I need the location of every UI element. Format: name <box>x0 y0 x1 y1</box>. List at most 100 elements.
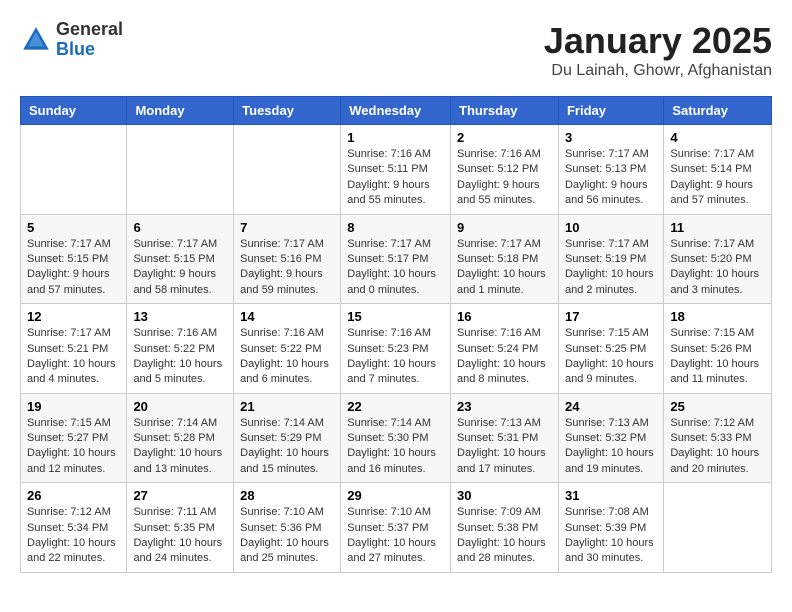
day-info: Sunrise: 7:12 AM Sunset: 5:33 PM Dayligh… <box>670 416 765 478</box>
header-sunday: Sunday <box>21 97 127 125</box>
day-info: Sunrise: 7:17 AM Sunset: 5:18 PM Dayligh… <box>457 237 552 299</box>
cell-w3-d7: 18 Sunrise: 7:15 AM Sunset: 5:26 PM Dayli… <box>664 304 772 394</box>
day-number: 6 <box>133 220 227 235</box>
day-number: 8 <box>347 220 444 235</box>
day-number: 29 <box>347 488 444 503</box>
cell-w1-d4: 1Sunrise: 7:16 AM Sunset: 5:11 PM Daylig… <box>341 125 451 215</box>
header-thursday: Thursday <box>451 97 559 125</box>
cell-w4-d7: 25Sunrise: 7:12 AM Sunset: 5:33 PM Dayli… <box>664 393 772 483</box>
header-saturday: Saturday <box>664 97 772 125</box>
day-number: 15 <box>347 309 444 324</box>
day-number: 10 <box>565 220 657 235</box>
week-row-5: 26Sunrise: 7:12 AM Sunset: 5:34 PM Dayli… <box>21 483 772 573</box>
calendar-table: Sunday Monday Tuesday Wednesday Thursday… <box>20 96 772 573</box>
day-number: 20 <box>133 399 227 414</box>
day-number: 14 <box>240 309 334 324</box>
day-info: Sunrise: 7:11 AM Sunset: 5:35 PM Dayligh… <box>133 505 227 567</box>
day-number: 9 <box>457 220 552 235</box>
day-info: Sunrise: 7:08 AM Sunset: 5:39 PM Dayligh… <box>565 505 657 567</box>
day-number: 3 <box>565 130 657 145</box>
cell-w1-d6: 3 Sunrise: 7:17 AM Sunset: 5:13 PM Daylig… <box>558 125 663 215</box>
day-info: Sunrise: 7:17 AM Sunset: 5:13 PM Dayligh… <box>565 147 657 209</box>
cell-w4-d4: 22Sunrise: 7:14 AM Sunset: 5:30 PM Dayli… <box>341 393 451 483</box>
day-number: 23 <box>457 399 552 414</box>
day-info: Sunrise: 7:09 AM Sunset: 5:38 PM Dayligh… <box>457 505 552 567</box>
logo-general: General <box>56 20 123 40</box>
day-info: Sunrise: 7:17 AM Sunset: 5:15 PM Dayligh… <box>133 237 227 299</box>
cell-w2-d2: 6 Sunrise: 7:17 AM Sunset: 5:15 PM Daylig… <box>127 214 234 304</box>
logo-blue: Blue <box>56 40 123 60</box>
cell-w2-d3: 7Sunrise: 7:17 AM Sunset: 5:16 PM Daylig… <box>234 214 341 304</box>
day-info: Sunrise: 7:14 AM Sunset: 5:30 PM Dayligh… <box>347 416 444 478</box>
day-info: Sunrise: 7:15 AM Sunset: 5:25 PM Dayligh… <box>565 326 657 388</box>
logo-icon <box>20 24 52 56</box>
cell-w1-d7: 4 Sunrise: 7:17 AM Sunset: 5:14 PM Daylig… <box>664 125 772 215</box>
cell-w1-d1 <box>21 125 127 215</box>
cell-w2-d1: 5 Sunrise: 7:17 AM Sunset: 5:15 PM Daylig… <box>21 214 127 304</box>
day-info: Sunrise: 7:13 AM Sunset: 5:32 PM Dayligh… <box>565 416 657 478</box>
cell-w4-d6: 24Sunrise: 7:13 AM Sunset: 5:32 PM Dayli… <box>558 393 663 483</box>
cell-w1-d3 <box>234 125 341 215</box>
day-info: Sunrise: 7:14 AM Sunset: 5:28 PM Dayligh… <box>133 416 227 478</box>
week-row-2: 5 Sunrise: 7:17 AM Sunset: 5:15 PM Daylig… <box>21 214 772 304</box>
calendar-header: Sunday Monday Tuesday Wednesday Thursday… <box>21 97 772 125</box>
cell-w3-d2: 13 Sunrise: 7:16 AM Sunset: 5:22 PM Dayli… <box>127 304 234 394</box>
day-info: Sunrise: 7:17 AM Sunset: 5:14 PM Dayligh… <box>670 147 765 209</box>
cell-w2-d7: 11 Sunrise: 7:17 AM Sunset: 5:20 PM Dayli… <box>664 214 772 304</box>
day-info: Sunrise: 7:17 AM Sunset: 5:15 PM Dayligh… <box>27 237 120 299</box>
calendar-title: January 2025 <box>544 20 772 62</box>
day-info: Sunrise: 7:13 AM Sunset: 5:31 PM Dayligh… <box>457 416 552 478</box>
cell-w5-d6: 31 Sunrise: 7:08 AM Sunset: 5:39 PM Dayli… <box>558 483 663 573</box>
day-number: 2 <box>457 130 552 145</box>
cell-w4-d5: 23 Sunrise: 7:13 AM Sunset: 5:31 PM Dayli… <box>451 393 559 483</box>
day-number: 26 <box>27 488 120 503</box>
cell-w3-d5: 16 Sunrise: 7:16 AM Sunset: 5:24 PM Dayli… <box>451 304 559 394</box>
day-number: 4 <box>670 130 765 145</box>
cell-w3-d6: 17 Sunrise: 7:15 AM Sunset: 5:25 PM Dayli… <box>558 304 663 394</box>
cell-w1-d2 <box>127 125 234 215</box>
header-monday: Monday <box>127 97 234 125</box>
day-info: Sunrise: 7:15 AM Sunset: 5:26 PM Dayligh… <box>670 326 765 388</box>
header-wednesday: Wednesday <box>341 97 451 125</box>
cell-w2-d6: 10 Sunrise: 7:17 AM Sunset: 5:19 PM Dayli… <box>558 214 663 304</box>
cell-w5-d7 <box>664 483 772 573</box>
cell-w2-d4: 8 Sunrise: 7:17 AM Sunset: 5:17 PM Daylig… <box>341 214 451 304</box>
day-number: 13 <box>133 309 227 324</box>
day-number: 31 <box>565 488 657 503</box>
day-number: 16 <box>457 309 552 324</box>
day-info: Sunrise: 7:17 AM Sunset: 5:20 PM Dayligh… <box>670 237 765 299</box>
cell-w4-d2: 20 Sunrise: 7:14 AM Sunset: 5:28 PM Dayli… <box>127 393 234 483</box>
header-row: Sunday Monday Tuesday Wednesday Thursday… <box>21 97 772 125</box>
cell-w5-d2: 27Sunrise: 7:11 AM Sunset: 5:35 PM Dayli… <box>127 483 234 573</box>
cell-w2-d5: 9 Sunrise: 7:17 AM Sunset: 5:18 PM Daylig… <box>451 214 559 304</box>
day-info: Sunrise: 7:17 AM Sunset: 5:19 PM Dayligh… <box>565 237 657 299</box>
cell-w3-d4: 15Sunrise: 7:16 AM Sunset: 5:23 PM Dayli… <box>341 304 451 394</box>
day-number: 17 <box>565 309 657 324</box>
logo: General Blue <box>20 20 123 60</box>
day-number: 28 <box>240 488 334 503</box>
day-info: Sunrise: 7:16 AM Sunset: 5:12 PM Dayligh… <box>457 147 552 209</box>
day-number: 11 <box>670 220 765 235</box>
day-info: Sunrise: 7:15 AM Sunset: 5:27 PM Dayligh… <box>27 416 120 478</box>
day-number: 18 <box>670 309 765 324</box>
day-info: Sunrise: 7:17 AM Sunset: 5:17 PM Dayligh… <box>347 237 444 299</box>
cell-w5-d1: 26Sunrise: 7:12 AM Sunset: 5:34 PM Dayli… <box>21 483 127 573</box>
week-row-3: 12Sunrise: 7:17 AM Sunset: 5:21 PM Dayli… <box>21 304 772 394</box>
cell-w4-d3: 21Sunrise: 7:14 AM Sunset: 5:29 PM Dayli… <box>234 393 341 483</box>
day-number: 19 <box>27 399 120 414</box>
cell-w5-d5: 30 Sunrise: 7:09 AM Sunset: 5:38 PM Dayli… <box>451 483 559 573</box>
week-row-4: 19 Sunrise: 7:15 AM Sunset: 5:27 PM Dayli… <box>21 393 772 483</box>
day-info: Sunrise: 7:16 AM Sunset: 5:11 PM Dayligh… <box>347 147 444 209</box>
day-info: Sunrise: 7:14 AM Sunset: 5:29 PM Dayligh… <box>240 416 334 478</box>
cell-w4-d1: 19 Sunrise: 7:15 AM Sunset: 5:27 PM Dayli… <box>21 393 127 483</box>
calendar-body: 1Sunrise: 7:16 AM Sunset: 5:11 PM Daylig… <box>21 125 772 573</box>
cell-w1-d5: 2 Sunrise: 7:16 AM Sunset: 5:12 PM Daylig… <box>451 125 559 215</box>
day-info: Sunrise: 7:16 AM Sunset: 5:22 PM Dayligh… <box>133 326 227 388</box>
day-info: Sunrise: 7:16 AM Sunset: 5:22 PM Dayligh… <box>240 326 334 388</box>
day-info: Sunrise: 7:16 AM Sunset: 5:24 PM Dayligh… <box>457 326 552 388</box>
day-number: 7 <box>240 220 334 235</box>
cell-w5-d4: 29Sunrise: 7:10 AM Sunset: 5:37 PM Dayli… <box>341 483 451 573</box>
day-number: 30 <box>457 488 552 503</box>
cell-w3-d3: 14 Sunrise: 7:16 AM Sunset: 5:22 PM Dayli… <box>234 304 341 394</box>
day-number: 5 <box>27 220 120 235</box>
